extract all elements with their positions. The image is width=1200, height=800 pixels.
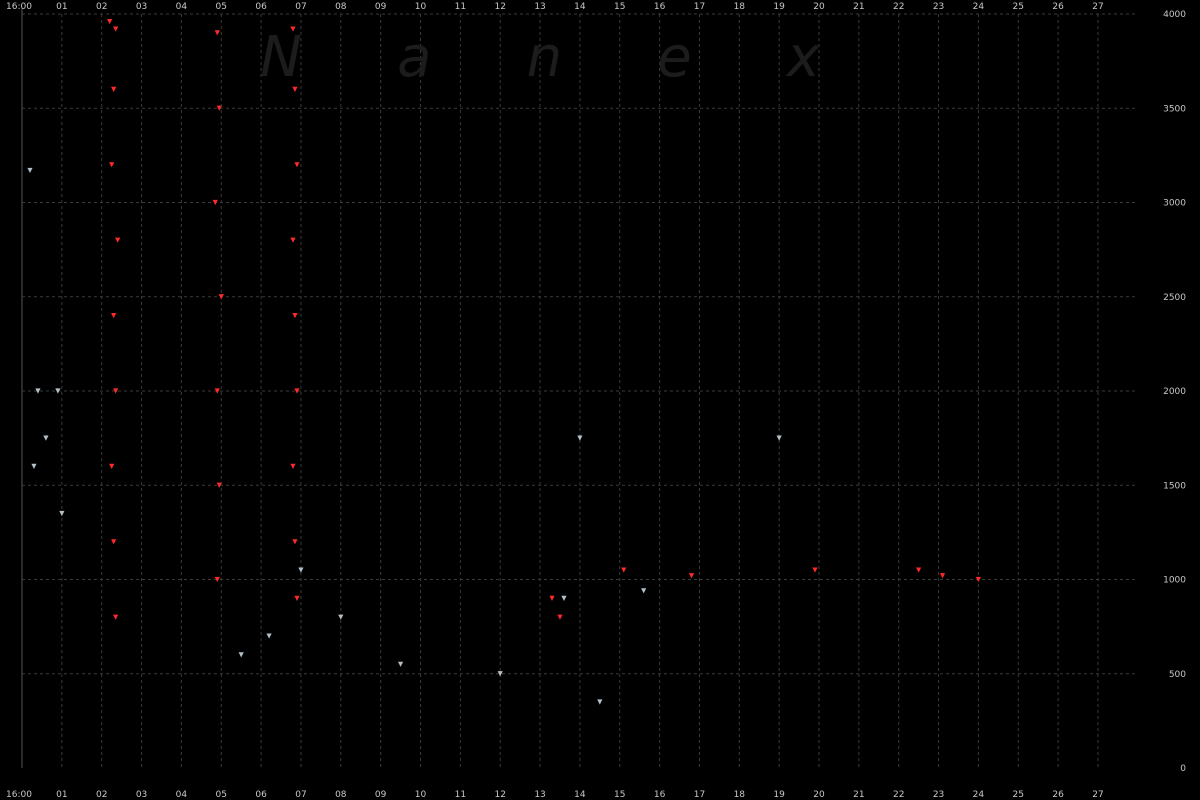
x-tick-label-top: 15 xyxy=(614,2,625,12)
x-tick-label-bottom: 25 xyxy=(1013,790,1024,800)
y-tick-label: 3500 xyxy=(1163,104,1186,114)
x-tick-label-top: 05 xyxy=(216,2,227,12)
x-tick-label-top: 19 xyxy=(773,2,785,12)
x-tick-label-bottom: 07 xyxy=(295,790,306,800)
x-tick-label-top: 21 xyxy=(853,2,864,12)
x-tick-label-bottom: 04 xyxy=(176,790,188,800)
x-tick-label-bottom: 14 xyxy=(574,790,586,800)
x-tick-label-top: 23 xyxy=(933,2,944,12)
y-tick-label: 0 xyxy=(1180,764,1186,774)
x-tick-label-top: 10 xyxy=(415,2,427,12)
x-tick-label-top: 25 xyxy=(1013,2,1024,12)
x-tick-label-top: 03 xyxy=(136,2,147,12)
y-tick-label: 1500 xyxy=(1163,481,1186,491)
x-tick-label-bottom: 21 xyxy=(853,790,864,800)
x-tick-label-bottom: 03 xyxy=(136,790,147,800)
x-tick-label-bottom: 05 xyxy=(216,790,227,800)
x-tick-label-top: 06 xyxy=(255,2,267,12)
x-tick-label-bottom: 23 xyxy=(933,790,944,800)
x-tick-label-top: 08 xyxy=(335,2,347,12)
x-tick-label-bottom: 26 xyxy=(1052,790,1064,800)
x-tick-label-top: 27 xyxy=(1092,2,1103,12)
x-tick-label-top: 07 xyxy=(295,2,306,12)
watermark-text: N a n e x xyxy=(260,25,821,90)
x-tick-label-top: 22 xyxy=(893,2,904,12)
x-tick-label-bottom: 13 xyxy=(534,790,545,800)
x-tick-label-bottom: 11 xyxy=(455,790,466,800)
x-tick-label-bottom: 16:00 xyxy=(6,790,32,800)
x-tick-label-top: 26 xyxy=(1052,2,1064,12)
x-tick-label-top: 17 xyxy=(694,2,705,12)
x-tick-label-top: 16:00 xyxy=(6,2,32,12)
x-tick-label-bottom: 22 xyxy=(893,790,904,800)
y-tick-label: 500 xyxy=(1169,670,1186,680)
x-tick-label-top: 14 xyxy=(574,2,586,12)
y-tick-label: 3000 xyxy=(1163,199,1186,209)
x-tick-label-bottom: 01 xyxy=(56,790,67,800)
x-tick-label-bottom: 06 xyxy=(255,790,267,800)
x-tick-label-top: 13 xyxy=(534,2,545,12)
x-tick-label-bottom: 16 xyxy=(654,790,666,800)
x-tick-label-top: 11 xyxy=(455,2,466,12)
x-tick-label-top: 02 xyxy=(96,2,107,12)
y-tick-label: 1000 xyxy=(1163,576,1186,586)
x-tick-label-bottom: 02 xyxy=(96,790,107,800)
y-tick-label: 2500 xyxy=(1163,293,1186,303)
x-tick-label-bottom: 24 xyxy=(973,790,985,800)
x-tick-label-bottom: 17 xyxy=(694,790,705,800)
x-tick-label-top: 12 xyxy=(494,2,505,12)
x-tick-label-top: 18 xyxy=(734,2,746,12)
x-tick-label-top: 20 xyxy=(813,2,825,12)
y-tick-label: 4000 xyxy=(1163,10,1186,20)
y-tick-label: 2000 xyxy=(1163,387,1186,397)
x-tick-label-top: 01 xyxy=(56,2,67,12)
x-tick-label-bottom: 08 xyxy=(335,790,347,800)
chart-background xyxy=(0,0,1200,800)
x-tick-label-bottom: 18 xyxy=(734,790,746,800)
x-tick-label-top: 09 xyxy=(375,2,387,12)
x-tick-label-bottom: 19 xyxy=(773,790,785,800)
x-tick-label-bottom: 10 xyxy=(415,790,427,800)
chart-canvas: N a n e x 0 500 1000 1500 2000 2500 3000 3500 40… xyxy=(0,0,1200,800)
x-tick-label-bottom: 12 xyxy=(494,790,505,800)
x-tick-label-top: 16 xyxy=(654,2,666,12)
x-tick-label-bottom: 27 xyxy=(1092,790,1103,800)
x-tick-label-top: 24 xyxy=(973,2,985,12)
x-tick-label-bottom: 09 xyxy=(375,790,387,800)
x-tick-label-top: 04 xyxy=(176,2,188,12)
x-tick-label-bottom: 15 xyxy=(614,790,625,800)
x-tick-label-bottom: 20 xyxy=(813,790,825,800)
